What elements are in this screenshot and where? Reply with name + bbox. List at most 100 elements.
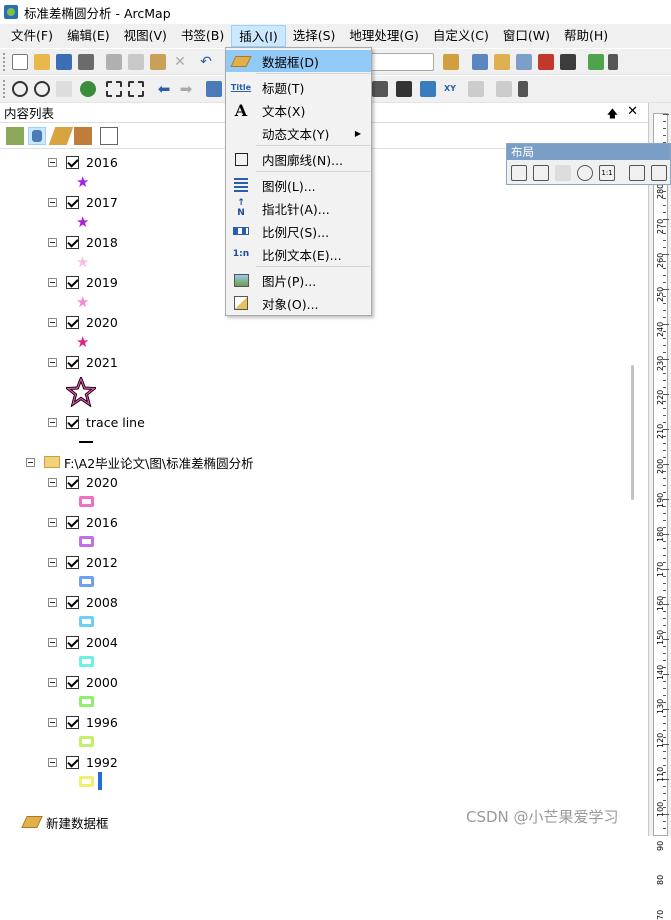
tree-row-layer[interactable]: trace line <box>48 413 145 431</box>
fixed-zoom-out-icon[interactable] <box>128 81 144 97</box>
layer-visibility-checkbox[interactable] <box>66 675 79 689</box>
list-by-source-icon[interactable] <box>28 127 46 145</box>
tree-row-layer[interactable]: 2008 <box>48 593 118 611</box>
cut-icon[interactable] <box>106 54 122 70</box>
layer-visibility-checkbox[interactable] <box>66 755 79 769</box>
collapse-icon[interactable] <box>48 357 57 367</box>
tree-row-layer[interactable]: 2020 <box>48 313 118 331</box>
scale-dropdown[interactable] <box>370 53 434 71</box>
undo-icon[interactable]: ↶ <box>198 54 214 70</box>
collapse-icon[interactable] <box>48 637 57 647</box>
collapse-icon[interactable] <box>48 757 57 767</box>
layer-visibility-checkbox[interactable] <box>66 355 79 369</box>
collapse-icon[interactable] <box>26 457 35 467</box>
collapse-icon[interactable] <box>48 557 57 567</box>
menu-item-scale-text[interactable]: 1:n 比例文本(E)... <box>226 243 371 265</box>
model-builder-icon[interactable] <box>588 54 604 70</box>
menu-selection[interactable]: 选择(S) <box>286 25 343 47</box>
tree-row-layer[interactable]: 1996 <box>48 713 118 731</box>
pin-icon[interactable]: 🡅 <box>607 105 618 124</box>
measure-icon[interactable] <box>372 81 388 97</box>
tree-row-layer[interactable]: 2016 <box>48 153 118 171</box>
tree-row-layer[interactable]: 2020 <box>48 473 118 491</box>
menu-edit[interactable]: 编辑(E) <box>60 25 117 47</box>
layer-visibility-checkbox[interactable] <box>66 155 79 169</box>
collapse-icon[interactable] <box>48 417 57 427</box>
layout-zoom-out-icon[interactable] <box>533 165 549 181</box>
collapse-icon[interactable] <box>48 477 57 487</box>
collapse-icon[interactable] <box>48 237 57 247</box>
open-folder-icon[interactable] <box>34 54 50 70</box>
pan-icon[interactable] <box>56 81 72 97</box>
menu-item-dynamic-text[interactable]: 动态文本(Y) ▶ <box>226 122 371 144</box>
menu-item-scale-bar[interactable]: 比例尺(S)... <box>226 220 371 242</box>
layer-visibility-checkbox[interactable] <box>66 475 79 489</box>
menu-item-title[interactable]: Title 标题(T) <box>226 76 371 98</box>
menu-item-object[interactable]: 对象(O)... <box>226 292 371 314</box>
menu-insert[interactable]: 插入(I) <box>231 25 286 47</box>
list-by-drawing-order-icon[interactable] <box>6 127 24 145</box>
search-window-icon[interactable] <box>516 54 532 70</box>
tree-row-folder[interactable]: F:\A2毕业论文\图\标准差椭圆分析 <box>26 453 254 471</box>
layer-visibility-checkbox[interactable] <box>66 415 79 429</box>
time-slider-icon[interactable] <box>468 81 484 97</box>
zoom-100-icon[interactable]: 1:1 <box>599 165 615 181</box>
tree-row-layer[interactable]: 2016 <box>48 513 118 531</box>
tree-row-layer[interactable]: 2004 <box>48 633 118 651</box>
find-icon[interactable] <box>396 81 412 97</box>
toc-window-icon[interactable] <box>472 54 488 70</box>
tree-row-layer[interactable]: 2017 <box>48 193 118 211</box>
tree-row-layer[interactable]: 2021 <box>48 353 118 371</box>
menu-bookmarks[interactable]: 书签(B) <box>174 25 231 47</box>
menu-windows[interactable]: 窗口(W) <box>496 25 557 47</box>
collapse-icon[interactable] <box>48 717 57 727</box>
close-icon[interactable]: ✕ <box>627 104 638 119</box>
collapse-icon[interactable] <box>48 197 57 207</box>
collapse-icon[interactable] <box>48 317 57 327</box>
layout-toolbar-title[interactable]: 布局 <box>507 144 670 160</box>
layout-pan-icon[interactable] <box>555 165 571 181</box>
toolbar-options-icon[interactable] <box>518 81 528 97</box>
save-icon[interactable] <box>56 54 72 70</box>
back-extent-icon[interactable]: ⬅ <box>156 81 172 97</box>
collapse-icon[interactable] <box>48 597 57 607</box>
layout-fixed-zoom-out-icon[interactable] <box>651 165 667 181</box>
collapse-icon[interactable] <box>48 157 57 167</box>
collapse-icon[interactable] <box>48 677 57 687</box>
menu-help[interactable]: 帮助(H) <box>557 25 615 47</box>
layer-visibility-checkbox[interactable] <box>66 275 79 289</box>
go-to-xy-icon[interactable]: XY <box>442 81 458 97</box>
list-by-visibility-icon[interactable] <box>48 127 74 145</box>
toolbar-options-icon[interactable] <box>608 54 618 70</box>
zoom-whole-page-icon[interactable] <box>577 165 593 181</box>
forward-extent-icon[interactable]: ➡ <box>178 81 194 97</box>
menu-file[interactable]: 文件(F) <box>4 25 60 47</box>
menu-customize[interactable]: 自定义(C) <box>426 25 496 47</box>
layer-visibility-checkbox[interactable] <box>66 315 79 329</box>
menu-geoprocessing[interactable]: 地理处理(G) <box>342 25 425 47</box>
layout-zoom-in-icon[interactable] <box>511 165 527 181</box>
toolbar-grip[interactable] <box>3 53 6 71</box>
menu-item-legend[interactable]: 图例(L)... <box>226 174 371 196</box>
tree-row-layer[interactable]: 2000 <box>48 673 118 691</box>
copy-icon[interactable] <box>128 54 144 70</box>
select-features-icon[interactable] <box>206 81 222 97</box>
tree-row-data-frame[interactable]: 新建数据框 <box>21 813 109 831</box>
list-by-selection-icon[interactable] <box>74 127 92 145</box>
layer-visibility-checkbox[interactable] <box>66 195 79 209</box>
menu-item-north-arrow[interactable]: ↑ N 指北针(A)... <box>226 197 371 219</box>
collapse-icon[interactable] <box>48 517 57 527</box>
new-document-icon[interactable] <box>12 54 28 70</box>
tree-row-layer[interactable]: 1992 <box>48 753 118 771</box>
layer-visibility-checkbox[interactable] <box>66 555 79 569</box>
delete-icon[interactable]: ✕ <box>172 54 188 70</box>
menu-view[interactable]: 视图(V) <box>117 25 174 47</box>
menu-item-picture[interactable]: 图片(P)... <box>226 269 371 291</box>
layer-visibility-checkbox[interactable] <box>66 595 79 609</box>
full-extent-icon[interactable] <box>80 81 96 97</box>
editor-icon[interactable] <box>443 54 459 70</box>
zoom-in-icon[interactable] <box>12 81 28 97</box>
layer-visibility-checkbox[interactable] <box>66 715 79 729</box>
arctoolbox-icon[interactable] <box>538 54 554 70</box>
toolbar-grip[interactable] <box>3 80 6 98</box>
